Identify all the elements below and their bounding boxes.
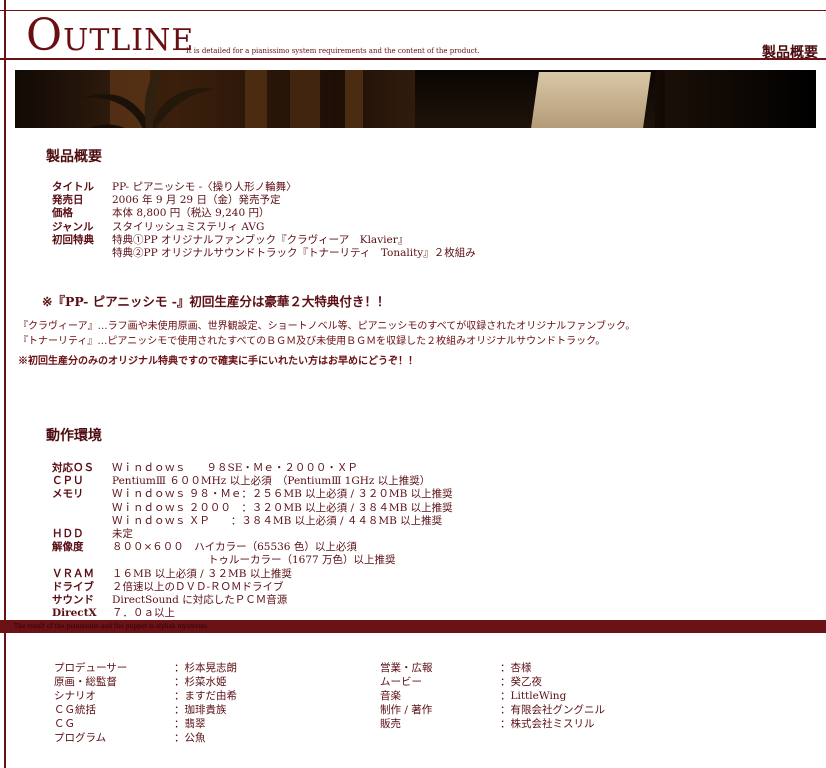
- spec-value: ２倍速以上のＤＶＤ-ＲＯＭドライブ: [112, 580, 284, 593]
- spec-value: 未定: [112, 527, 133, 540]
- spec-label: ＣＰＵ: [52, 475, 84, 488]
- spec-label: ＨＤＤ: [52, 527, 84, 540]
- credit-role: プログラム: [54, 732, 107, 744]
- credit-name: ：有限会社グングニル: [500, 704, 605, 716]
- credit-role: 営業・広報: [380, 662, 433, 674]
- spec-label: メモリ: [52, 488, 84, 501]
- spec-value: １６MB 以上必須 / ３２MB 以上推奨: [112, 567, 292, 580]
- plant-icon: [80, 70, 215, 128]
- banner-image: [15, 70, 816, 128]
- spec-label: DirectX: [52, 607, 97, 620]
- credit-name: ：翡翠: [174, 718, 206, 730]
- spec-label: 対応ＯＳ: [52, 462, 94, 474]
- credit-role: 販売: [380, 718, 401, 730]
- spec-value: Ｗｉｎｄｏｗｓ ２０００ ：３２０MB 以上必須 / ３８４MB 以上推奨: [112, 501, 453, 514]
- outline-logo: OUTLINE: [26, 10, 195, 61]
- header-rule: [0, 58, 826, 60]
- credit-name: ：ますだ由希: [174, 690, 237, 702]
- spec-value: DirectSound に対応したＰＣＭ音源: [112, 593, 288, 606]
- credit-name: ：LittleWing: [500, 690, 567, 702]
- spec-label: 初回特典: [52, 233, 94, 246]
- spec-value: PP- ピアニッシモ -〈操り人形ノ輪舞〉: [112, 181, 297, 193]
- credit-role: プロデューサー: [54, 662, 128, 674]
- credit-name: ：杉本晃志朗: [174, 662, 237, 674]
- spec-label: ドライブ: [52, 580, 94, 593]
- credit-name: ：公魚: [174, 732, 206, 744]
- spec-value: 特典①PP オリジナルファンブック『クラヴィーア Klavier』: [112, 233, 409, 246]
- spec-label: ジャンル: [52, 220, 94, 233]
- spec-value: スタイリッシュミステリィ AVG: [112, 220, 265, 233]
- spec-label: サウンド: [52, 593, 94, 606]
- footer-bar: The result of the pianissimo and the pup…: [0, 620, 826, 633]
- credit-name: ：株式会社ミスリル: [500, 718, 595, 730]
- spec-label: 発売日: [52, 194, 84, 207]
- credit-name: ：杉菜水姫: [174, 676, 227, 688]
- desc-klavier: 『クラヴィーア』…ラフ画や未使用原画、世界観設定、ショートノベル等、ピアニッシモ…: [18, 321, 636, 332]
- spec-value: Ｗｉｎｄｏｗｓ ９８・Ｍｅ：２５６MB 以上必須 / ３２０MB 以上推奨: [112, 488, 453, 501]
- credit-role: ムービー: [380, 676, 422, 688]
- credit-name: ：杏様: [500, 662, 532, 674]
- credit-role: 音楽: [380, 690, 401, 702]
- spec-label: ＶＲＡＭ: [52, 567, 94, 580]
- footer-tagline: The result of the pianissimo and the pup…: [14, 623, 209, 630]
- spec-label: 価格: [52, 207, 73, 220]
- spec-value: ７．０ａ以上: [112, 607, 175, 620]
- credit-role: ＣＧ統括: [54, 704, 96, 716]
- spec-value: 2006 年 9 月 29 日（金）発売予定: [112, 194, 281, 207]
- spec-value: 特典②PP オリジナルサウンドトラック『トナーリティ Tonality』２枚組み: [112, 246, 476, 259]
- credit-role: シナリオ: [54, 690, 96, 702]
- spec-value: ８００×６００ ハイカラー（65536 色）以上必須: [112, 541, 357, 554]
- spec-label: タイトル: [52, 181, 94, 193]
- top-rule: [0, 10, 826, 11]
- desc-tonality: 『トナーリティ』…ピアニッシモで使用されたすべてのＢＧＭ及び未使用ＢＧＭを収録し…: [18, 336, 606, 347]
- left-rule: [4, 0, 6, 768]
- env-section-title: 動作環境: [46, 428, 102, 444]
- credit-role: 制作 / 著作: [380, 704, 433, 716]
- sheet-music: [531, 72, 651, 128]
- spec-value: Ｗｉｎｄｏｗｓ ＸＰ ：３８４MB 以上必須 / ４４８MB 以上推奨: [112, 514, 443, 527]
- credit-name: ：珈琲貴族: [174, 704, 227, 716]
- header-tagline: It is detailed for a pianissimo system r…: [186, 47, 480, 55]
- bonus-notice: ※『PP- ピアニッシモ -』初回生産分は豪華２大特典付き！！: [42, 294, 390, 309]
- spec-value: トゥルーカラー（1677 万色）以上推奨: [208, 554, 396, 567]
- spec-label: 解像度: [52, 541, 84, 554]
- product-section-title: 製品概要: [46, 149, 102, 165]
- spec-value: 本体 8,800 円（税込 9,240 円）: [112, 207, 270, 220]
- spec-value: Ｗｉｎｄｏｗｓ ９８SE・Ｍｅ・２０００・ＸＰ: [112, 462, 358, 474]
- credit-role: ＣＧ: [54, 718, 75, 730]
- spec-value: PentiumⅢ ６００MHz 以上必須 （PentiumⅢ 1GHz 以上推奨…: [112, 475, 431, 488]
- credit-name: ：癸乙夜: [500, 676, 542, 688]
- desc-note: ※初回生産分のみのオリジナル特典ですので確実に手にいれたい方はお早めにどうぞ！！: [18, 356, 418, 367]
- credit-role: 原画・総監督: [54, 676, 117, 688]
